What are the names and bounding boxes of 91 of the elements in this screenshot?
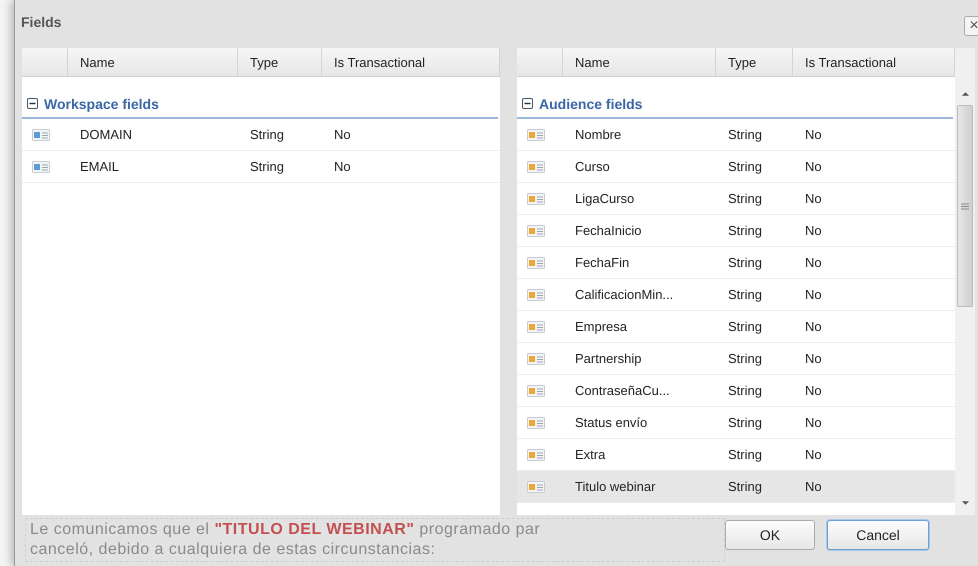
type-cell-text: String xyxy=(727,191,763,206)
transactional-cell-text: No xyxy=(804,415,823,430)
type-cell-text: String xyxy=(727,287,763,302)
scroll-up-icon[interactable] xyxy=(960,91,970,97)
window-title: Fields xyxy=(21,14,62,30)
group-label: Workspace fields xyxy=(44,96,159,112)
field-card-icon xyxy=(527,288,545,300)
field-row[interactable]: Titulo webinar String No xyxy=(517,471,955,503)
type-cell-text: String xyxy=(727,319,763,334)
column-header[interactable]: Name xyxy=(563,48,716,76)
group-label: Audience fields xyxy=(539,96,642,112)
name-cell-text: Titulo webinar xyxy=(574,479,656,494)
field-card-icon xyxy=(527,480,545,492)
name-cell-text: EMAIL xyxy=(79,159,120,174)
name-cell-text: CalificacionMin... xyxy=(574,287,674,302)
field-card-icon xyxy=(527,160,545,172)
transactional-cell-text: No xyxy=(804,447,823,462)
type-cell-text: String xyxy=(727,351,763,366)
field-card-icon xyxy=(527,352,545,364)
scrollbar[interactable] xyxy=(955,48,975,515)
transactional-cell-text: No xyxy=(804,383,823,398)
type-cell-text: String xyxy=(727,223,763,238)
transactional-cell-text: No xyxy=(804,223,823,238)
field-card-icon xyxy=(527,320,545,332)
field-row[interactable]: ContraseñaCu... String No xyxy=(517,375,955,407)
field-card-icon xyxy=(527,224,545,236)
name-cell-text: LigaCurso xyxy=(574,191,636,206)
field-row[interactable]: FechaInicio String No xyxy=(517,215,955,247)
name-cell-text: Extra xyxy=(574,447,606,462)
grip-icon xyxy=(961,202,969,210)
field-card-icon xyxy=(527,192,545,204)
close-button[interactable]: × xyxy=(964,16,978,36)
field-row[interactable]: Curso String No xyxy=(517,151,955,183)
field-row[interactable]: EMAIL String No xyxy=(22,151,500,183)
column-header[interactable]: Type xyxy=(238,48,322,76)
type-cell-text: String xyxy=(249,159,285,174)
background-text: canceló, debido a cualquiera de estas circunstancias: xyxy=(30,540,436,560)
type-cell-text: String xyxy=(727,127,763,142)
column-header[interactable]: Name xyxy=(68,48,238,76)
name-cell-text: DOMAIN xyxy=(79,127,133,142)
field-row[interactable]: LigaCurso String No xyxy=(517,183,955,215)
dialog-button[interactable]: Cancel xyxy=(827,520,929,550)
type-cell-text: String xyxy=(727,383,763,398)
name-cell-text: Partnership xyxy=(574,351,642,366)
field-card-icon xyxy=(32,160,50,172)
column-header[interactable]: Is Transactional xyxy=(322,48,500,76)
column-header[interactable]: Type xyxy=(716,48,793,76)
field-row[interactable]: Nombre String No xyxy=(517,119,955,151)
transactional-cell-text: No xyxy=(804,319,823,334)
name-cell-text: FechaFin xyxy=(574,255,630,270)
transactional-cell-text: No xyxy=(333,159,352,174)
scroll-down-icon[interactable] xyxy=(960,500,970,506)
name-cell-text: Curso xyxy=(574,159,611,174)
name-cell-text: Status envío xyxy=(574,415,648,430)
field-row[interactable]: FechaFin String No xyxy=(517,247,955,279)
transactional-cell-text: No xyxy=(804,351,823,366)
name-cell-text: FechaInicio xyxy=(574,223,642,238)
scroll-thumb[interactable] xyxy=(957,105,973,307)
collapse-icon[interactable] xyxy=(27,98,38,109)
field-card-icon xyxy=(527,256,545,268)
type-cell-text: String xyxy=(727,447,763,462)
name-cell-text: Nombre xyxy=(574,127,622,142)
field-card-icon xyxy=(527,384,545,396)
type-cell-text: String xyxy=(727,159,763,174)
transactional-cell-text: No xyxy=(804,191,823,206)
field-row[interactable]: Empresa String No xyxy=(517,311,955,343)
name-cell-text: Empresa xyxy=(574,319,628,334)
transactional-cell-text: No xyxy=(804,255,823,270)
collapse-icon[interactable] xyxy=(522,98,533,109)
field-card-icon xyxy=(527,128,545,140)
transactional-cell-text: No xyxy=(804,479,823,494)
type-cell-text: String xyxy=(727,415,763,430)
field-row[interactable]: Status envío String No xyxy=(517,407,955,439)
background-text: Le comunicamos que el "TITULO DEL WEBINAR" programado par xyxy=(30,520,542,540)
type-cell-text: String xyxy=(727,479,763,494)
field-row[interactable]: DOMAIN String No xyxy=(22,119,500,151)
group-header[interactable]: Audience fields xyxy=(517,90,953,119)
field-row[interactable]: Partnership String No xyxy=(517,343,955,375)
transactional-cell-text: No xyxy=(333,127,352,142)
field-card-icon xyxy=(527,448,545,460)
transactional-cell-text: No xyxy=(804,127,823,142)
transactional-cell-text: No xyxy=(804,159,823,174)
type-cell-text: String xyxy=(249,127,285,142)
field-card-icon xyxy=(527,416,545,428)
transactional-cell-text: No xyxy=(804,287,823,302)
dialog-button[interactable]: OK xyxy=(725,520,815,550)
field-card-icon xyxy=(32,128,50,140)
group-header[interactable]: Workspace fields xyxy=(22,90,498,119)
type-cell-text: String xyxy=(727,255,763,270)
field-row[interactable]: CalificacionMin... String No xyxy=(517,279,955,311)
name-cell-text: ContraseñaCu... xyxy=(574,383,671,398)
